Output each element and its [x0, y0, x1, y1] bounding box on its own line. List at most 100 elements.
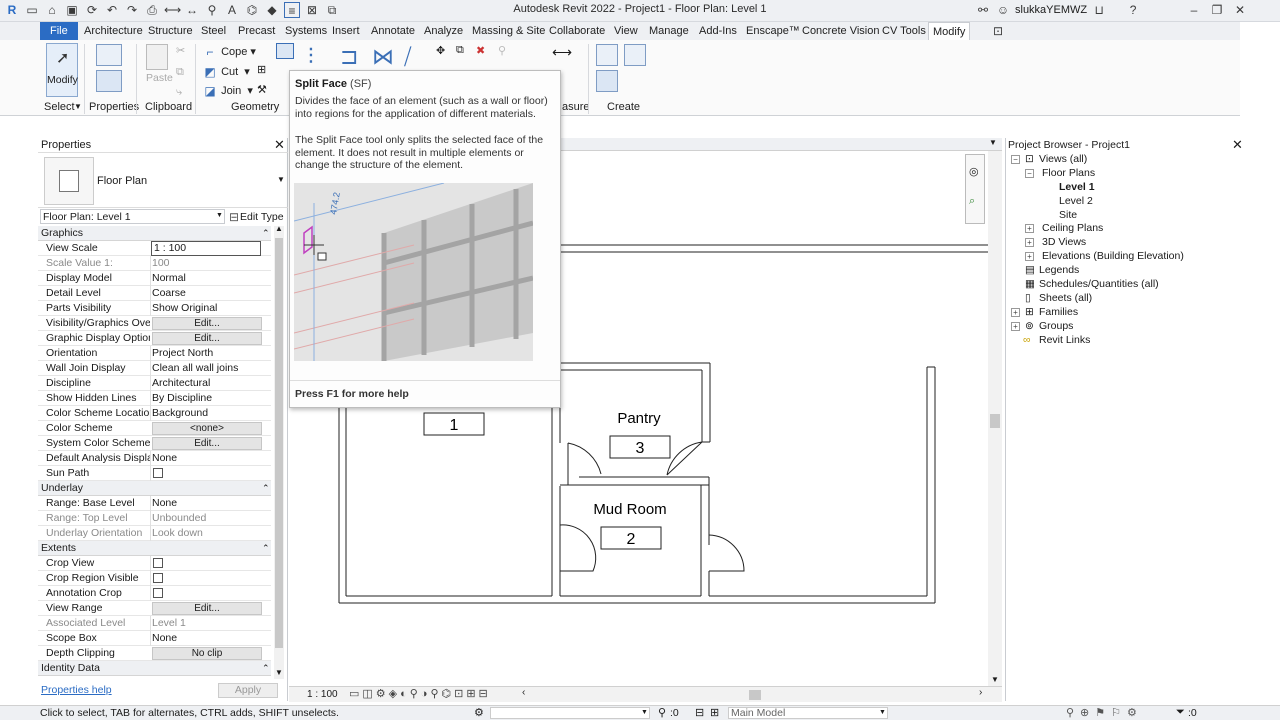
measure-tool-icon[interactable]: ⟷	[552, 44, 572, 61]
create-group-icon[interactable]	[596, 70, 618, 92]
collapse-icon[interactable]: −	[1011, 155, 1020, 164]
tree-legends[interactable]: Legends	[1039, 264, 1079, 276]
row-graphic-display[interactable]: Graphic Display Options Edit...	[38, 331, 271, 346]
view-scale-input[interactable]: 1 : 100	[151, 241, 261, 256]
tree-floor-plans[interactable]: Floor Plans	[1042, 167, 1095, 179]
tab-manage[interactable]: Manage	[645, 22, 693, 40]
view-range-edit-button[interactable]: Edit...	[152, 602, 262, 615]
row-annotation-crop[interactable]: Annotation Crop	[38, 586, 271, 601]
room-number-3[interactable]: 3	[636, 440, 645, 457]
group-extents[interactable]: Extents ⌃	[38, 541, 271, 556]
tab-collaborate[interactable]: Collaborate	[545, 22, 609, 40]
properties-icon[interactable]	[96, 70, 122, 92]
create-assembly-icon[interactable]	[596, 44, 618, 66]
expand-icon[interactable]: +	[1011, 308, 1020, 317]
row-scope-box[interactable]: Scope Box None	[38, 631, 271, 646]
tab-analyze[interactable]: Analyze	[420, 22, 467, 40]
instance-filter[interactable]: Floor Plan: Level 1 ▼	[40, 209, 225, 224]
ribbon-options-icon[interactable]: ⊡	[990, 23, 1006, 39]
tab-modify[interactable]: Modify	[928, 22, 971, 40]
row-crop-view[interactable]: Crop View	[38, 556, 271, 571]
panel-properties[interactable]: Properties	[89, 101, 139, 113]
row-discipline[interactable]: Discipline Architectural	[38, 376, 271, 391]
prop-value[interactable]: Show Original	[152, 302, 262, 314]
tree-3d-views[interactable]: 3D Views	[1042, 236, 1086, 248]
expand-icon[interactable]: +	[1025, 238, 1034, 247]
view-vertical-scrollbar[interactable]: ▼	[988, 151, 1002, 686]
mirror-icon[interactable]: ⋈	[372, 44, 394, 70]
tab-enscape[interactable]: Enscape™	[742, 22, 804, 40]
type-selector[interactable]: Floor Plan ▼	[38, 152, 288, 208]
row-sun-path[interactable]: Sun Path	[38, 466, 271, 481]
row-hidden-lines[interactable]: Show Hidden Lines By Discipline	[38, 391, 271, 406]
cope-button[interactable]: ⌐ Cope ▾	[202, 44, 255, 60]
tab-massing-site[interactable]: Massing & Site	[468, 22, 549, 40]
tab-precast[interactable]: Precast	[234, 22, 279, 40]
row-depth-clipping[interactable]: Depth Clipping No clip	[38, 646, 271, 661]
row-range-base[interactable]: Range: Base Level None	[38, 496, 271, 511]
tab-architecture[interactable]: Architecture	[80, 22, 147, 40]
offset-icon[interactable]: ⊐	[340, 44, 358, 70]
scroll-down-icon[interactable]: ▼	[275, 668, 283, 677]
room-name-mud-room[interactable]: Mud Room	[593, 501, 666, 518]
room-number-1[interactable]: 1	[450, 417, 459, 434]
sun-path-checkbox[interactable]	[153, 468, 163, 478]
align-icon[interactable]: ⫶	[308, 44, 314, 70]
crop-region-checkbox[interactable]	[153, 573, 163, 583]
expand-icon[interactable]: +	[1025, 252, 1034, 261]
tab-file[interactable]: File	[40, 22, 78, 40]
pin-icon[interactable]: ⚲	[498, 44, 506, 57]
view-scale-label[interactable]: 1 : 100	[307, 689, 338, 700]
cart-icon[interactable]: ⊔	[1091, 2, 1107, 18]
depth-clipping-button[interactable]: No clip	[152, 647, 262, 660]
prop-value[interactable]: None	[152, 452, 262, 464]
room-number-2[interactable]: 2	[627, 531, 636, 548]
design-option-select[interactable]: Main Model ▼	[728, 707, 888, 719]
group-graphics[interactable]: Graphics ⌃	[38, 226, 271, 241]
tree-site[interactable]: Site	[1059, 209, 1077, 221]
tab-add-ins[interactable]: Add-Ins	[695, 22, 741, 40]
tab-concrete-vision[interactable]: Concrete Vision	[798, 22, 883, 40]
expand-icon[interactable]: +	[1025, 224, 1034, 233]
select-dropdown-icon[interactable]: ▼	[74, 102, 82, 111]
tree-revit-links[interactable]: Revit Links	[1039, 334, 1090, 346]
design-options-icon[interactable]: ⊟	[695, 706, 704, 719]
match-properties-icon[interactable]: ⤷	[176, 86, 182, 99]
edit-type-button[interactable]: ⊟Edit Type	[228, 209, 284, 225]
type-dropdown-icon[interactable]: ▼	[277, 175, 285, 184]
copy-icon[interactable]: ⧉	[176, 66, 184, 79]
tab-insert[interactable]: Insert	[328, 22, 364, 40]
mirror-draw-icon[interactable]: ⧸	[404, 44, 411, 70]
crop-view-checkbox[interactable]	[153, 558, 163, 568]
zoom-icon[interactable]: ⌕	[969, 195, 975, 208]
row-crop-region[interactable]: Crop Region Visible	[38, 571, 271, 586]
group-identity[interactable]: Identity Data ⌃	[38, 661, 271, 676]
minimize-icon[interactable]: –	[1186, 2, 1202, 18]
steering-wheel-icon[interactable]: ◎	[969, 165, 979, 178]
scroll-down-icon[interactable]: ▼	[991, 675, 999, 684]
row-color-scheme-location[interactable]: Color Scheme Location Background	[38, 406, 271, 421]
prop-value[interactable]: Project North	[152, 347, 262, 359]
prop-value[interactable]: Architectural	[152, 377, 262, 389]
create-parts-icon[interactable]	[624, 44, 646, 66]
type-properties-icon[interactable]	[96, 44, 122, 66]
tab-view[interactable]: View	[610, 22, 642, 40]
view-control-icons[interactable]: ▭◫⚙◈◐⚲◑⚲⌬⊡⊞⊟	[349, 687, 491, 700]
view-dropdown-icon[interactable]: ▼	[989, 138, 997, 147]
tree-schedules[interactable]: Schedules/Quantities (all)	[1039, 278, 1159, 290]
row-orientation[interactable]: Orientation Project North	[38, 346, 271, 361]
prop-value[interactable]: Normal	[152, 272, 262, 284]
demolish-icon[interactable]: ⚒	[257, 83, 267, 96]
user-icon[interactable]: ☺	[995, 2, 1011, 18]
scroll-right-icon[interactable]: ›	[979, 687, 982, 698]
prop-value[interactable]: Background	[152, 407, 262, 419]
prop-value[interactable]: By Discipline	[152, 392, 262, 404]
scroll-thumb[interactable]	[990, 414, 1000, 428]
split-face-icon[interactable]	[276, 43, 294, 59]
prop-value[interactable]: Coarse	[152, 287, 262, 299]
paste-icon[interactable]	[146, 44, 168, 70]
apply-button[interactable]: Apply	[218, 683, 278, 698]
row-system-color[interactable]: System Color Schemes Edit...	[38, 436, 271, 451]
color-scheme-button[interactable]: <none>	[152, 422, 262, 435]
panel-select[interactable]: Select	[44, 101, 75, 113]
